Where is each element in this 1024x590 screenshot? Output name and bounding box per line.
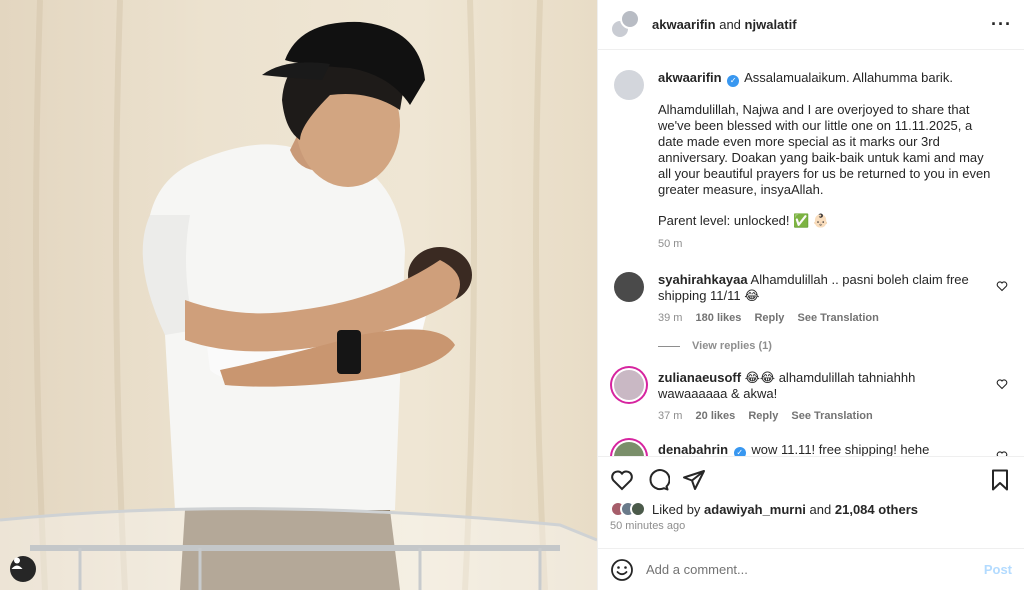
comment-username[interactable]: syahirahkayaa (658, 272, 748, 287)
comment-likes[interactable]: 20 likes (696, 410, 736, 422)
heart-icon[interactable] (610, 468, 634, 492)
comment-icon[interactable] (646, 468, 670, 492)
avatar (620, 8, 640, 29)
see-translation-button[interactable]: See Translation (798, 312, 879, 324)
coauthor-username[interactable]: njwalatif (745, 17, 797, 32)
photo-illustration (0, 0, 597, 590)
add-comment-bar: Post (598, 548, 1024, 590)
caption-time: 50 m (658, 238, 683, 250)
collab-avatars[interactable] (610, 8, 642, 41)
see-translation-button[interactable]: See Translation (791, 410, 872, 422)
view-replies-button[interactable]: View replies (1) (658, 340, 1008, 352)
send-icon[interactable] (682, 468, 706, 492)
avatar[interactable] (614, 70, 644, 100)
post-side-panel: akwaarifin and njwalatif ··· akwaarifin … (597, 0, 1024, 590)
avatar[interactable] (614, 370, 644, 400)
replies-divider (658, 345, 680, 347)
comment-username[interactable]: zulianaeusoff (658, 370, 741, 385)
comment-time: 39 m (658, 312, 683, 324)
reply-button[interactable]: Reply (754, 312, 784, 324)
more-horizontal-icon[interactable]: ··· (991, 14, 1012, 35)
liked-by-prefix: Liked by (652, 501, 701, 517)
caption-username[interactable]: akwaarifin (658, 70, 722, 85)
post-actions: Liked by adawiyah_murni and 21,084 other… (598, 456, 1024, 532)
bookmark-icon[interactable] (988, 468, 1012, 492)
avatar[interactable] (614, 272, 644, 302)
tagged-users-button[interactable] (10, 556, 36, 582)
comment-heart-icon[interactable] (996, 378, 1008, 390)
liked-by-user[interactable]: adawiyah_murni (704, 502, 806, 517)
liked-by-joiner: and (809, 501, 832, 517)
comments-list[interactable]: akwaarifin ✓ Assalamualaikum. Allahumma … (598, 51, 1024, 456)
comment-time: 37 m (658, 410, 683, 422)
likes-count[interactable]: 21,084 others (835, 502, 918, 517)
caption: akwaarifin ✓ Assalamualaikum. Allahumma … (614, 70, 1008, 252)
likes-summary: Liked by adawiyah_murni and 21,084 other… (610, 501, 1012, 517)
verified-icon: ✓ (733, 447, 746, 456)
post-authors: akwaarifin and njwalatif (652, 17, 797, 32)
comment-item: syahirahkayaa Alhamdulillah .. pasni bol… (614, 272, 1008, 326)
posted-time[interactable]: 50 minutes ago (610, 520, 1012, 532)
post-photo (0, 0, 597, 590)
emoji-icon[interactable] (610, 558, 634, 582)
comment-heart-icon[interactable] (996, 280, 1008, 292)
user-icon (11, 557, 23, 569)
verified-icon: ✓ (727, 75, 740, 87)
caption-paragraph: Alhamdulillah, Najwa and I are overjoyed… (658, 102, 991, 197)
comment-likes[interactable]: 180 likes (696, 312, 742, 324)
caption-line1: Assalamualaikum. Allahumma barik. (744, 70, 953, 85)
author-username[interactable]: akwaarifin (652, 17, 716, 32)
comment-item: denabahrin ✓ wow 11.11! free shipping! h… (614, 442, 1008, 456)
reply-button[interactable]: Reply (748, 410, 778, 422)
caption-paragraph: Parent level: unlocked! ✅ 👶🏻 (658, 213, 830, 228)
view-replies-label: View replies (1) (692, 340, 772, 352)
post-comment-button[interactable]: Post (984, 562, 1012, 577)
comment-username[interactable]: denabahrin (658, 442, 728, 456)
comment-item: zulianaeusoff 😂😂 alhamdulillah tahniahhh… (614, 370, 1008, 424)
avatar (630, 501, 646, 517)
post-header: akwaarifin and njwalatif ··· (598, 0, 1024, 50)
comment-input[interactable] (646, 562, 984, 577)
collab-joiner: and (719, 17, 741, 32)
avatar[interactable] (614, 442, 644, 456)
